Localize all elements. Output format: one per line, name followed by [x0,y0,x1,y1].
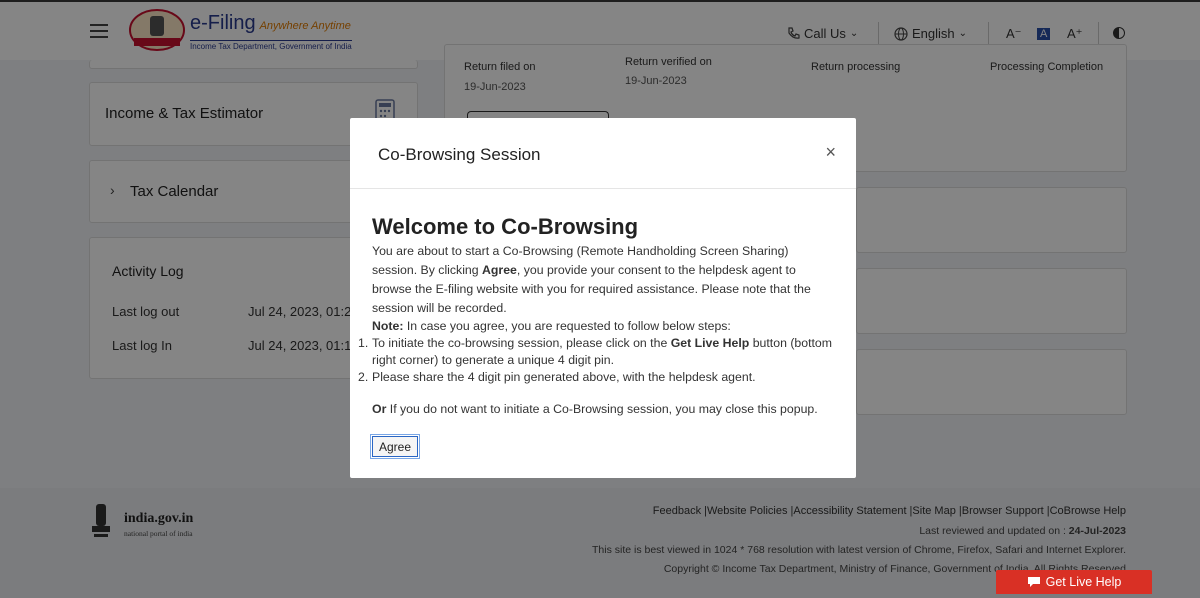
note-block: Note: In case you agree, you are request… [358,318,834,386]
get-live-help-button[interactable]: Get Live Help [996,570,1152,594]
chat-icon [1027,577,1040,587]
consent-text: You are about to start a Co-Browsing (Re… [372,244,811,315]
co-browsing-dialog: Co-Browsing Session × Welcome to Co-Brow… [350,118,856,478]
dialog-header: Co-Browsing Session × [350,118,856,189]
step-item: 1. To initiate the co-browsing session, p… [358,336,833,367]
dialog-title: Co-Browsing Session [378,145,541,164]
live-help-label: Get Live Help [1045,575,1122,589]
note-line: Note: In case you agree, you are request… [372,319,731,333]
agree-button[interactable]: Agree [370,434,420,459]
step-item: 2. Please share the 4 digit pin generated… [358,370,756,384]
close-icon[interactable]: × [825,142,836,163]
welcome-heading: Welcome to Co-Browsing [372,214,639,239]
close-popup-note: Or If you do not want to initiate a Co-B… [372,402,818,416]
steps-list: 1. To initiate the co-browsing session, p… [358,335,834,386]
